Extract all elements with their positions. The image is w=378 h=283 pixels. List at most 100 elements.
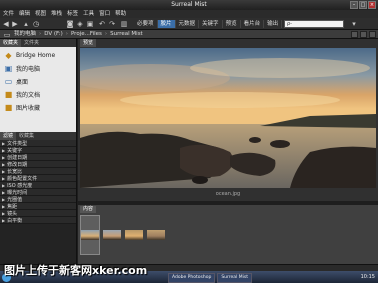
- close-button[interactable]: ×: [368, 1, 376, 9]
- favorite-pictures[interactable]: ■ 图片收藏: [0, 101, 76, 114]
- tab-preview[interactable]: 预览: [80, 39, 97, 47]
- computer-icon: ▭: [3, 31, 11, 39]
- folder-icon: ■: [4, 90, 13, 99]
- window-controls: – □ ×: [350, 1, 376, 9]
- back-icon[interactable]: ◀: [2, 20, 10, 28]
- pictures-icon: ■: [4, 103, 13, 112]
- clock: 10:15: [360, 274, 375, 280]
- menu-bar: 文件 编辑 视图 堆栈 标签 工具 窗口 帮助: [0, 10, 378, 18]
- favorite-desktop[interactable]: ▭ 桌面: [0, 75, 76, 88]
- expand-icon: ▶: [2, 140, 6, 146]
- dropdown-icon[interactable]: ▾: [350, 20, 358, 28]
- title-bar: Surreal Mist – □ ×: [0, 0, 378, 10]
- expand-icon: ▶: [2, 210, 6, 216]
- thumbnail-item[interactable]: [80, 215, 100, 255]
- expand-icon: ▶: [2, 175, 6, 181]
- thumbnail-image: [103, 230, 121, 240]
- camera-icon[interactable]: ◙: [66, 20, 74, 28]
- filter-list: ▶ 文件类型 ▶ 关键字 ▶ 创建日期 ▶ 修改日期 ▶ 长宽比 ▶ 颜色配置文件 ▶ ISO…: [0, 140, 76, 224]
- thumbnail-item[interactable]: [124, 215, 144, 255]
- breadcrumb-computer[interactable]: 我的电脑: [14, 30, 36, 39]
- menu-edit[interactable]: 编辑: [19, 10, 30, 18]
- thumbnail-item[interactable]: [146, 215, 166, 255]
- workspace-switcher: 必要项 胶片 元数据 关键字 预览 看片台 输出: [134, 20, 283, 28]
- search-input[interactable]: ρ-: [284, 20, 344, 28]
- seascape-image: [80, 48, 376, 188]
- open-icon[interactable]: ▣: [86, 20, 94, 28]
- taskbar-tasks: Adobe Photoshop Surreal Mist: [168, 273, 252, 283]
- watermark: 图片上传于新客网xker.com: [4, 264, 148, 277]
- toolbar: ◀ ▶ ▴ ◷ ◙ ◈ ▣ ↶ ↷ ▥ 必要项 胶片 元数据 关键字 预览 看片…: [0, 18, 378, 30]
- breadcrumb-project-files[interactable]: Proje...Files: [71, 30, 102, 39]
- list-view-icon[interactable]: [369, 31, 376, 38]
- path-bar: ▭ 我的电脑 › DV (F:) › Proje...Files › Surre…: [0, 30, 378, 39]
- menu-label[interactable]: 标签: [67, 10, 78, 18]
- menu-help[interactable]: 帮助: [115, 10, 126, 18]
- menu-file[interactable]: 文件: [3, 10, 14, 18]
- thumbnail-item[interactable]: [102, 215, 122, 255]
- favorite-my-documents[interactable]: ■ 我的文档: [0, 88, 76, 101]
- task-surreal-mist[interactable]: Surreal Mist: [217, 273, 252, 283]
- sort-icon[interactable]: [351, 31, 358, 38]
- expand-icon: ▶: [2, 189, 6, 195]
- breadcrumb-current-folder[interactable]: Surreal Mist: [110, 30, 143, 39]
- favorites-list: ◆ Bridge Home ▣ 我的电脑 ▭ 桌面 ■ 我的文档 ■ 图片收藏: [0, 47, 76, 132]
- refine-icon[interactable]: ◈: [76, 20, 84, 28]
- expand-icon: ▶: [2, 217, 6, 223]
- expand-icon: ▶: [2, 161, 6, 167]
- filter-white-balance[interactable]: ▶ 白平衡: [0, 217, 76, 224]
- expand-icon: ▶: [2, 147, 6, 153]
- expand-icon: ▶: [2, 203, 6, 209]
- tab-folders[interactable]: 文件夹: [21, 39, 42, 47]
- minimize-button[interactable]: –: [350, 1, 358, 9]
- thumbnail-image: [125, 230, 143, 240]
- desktop-icon: ▭: [4, 77, 13, 86]
- computer-icon: ▣: [4, 64, 13, 73]
- folder-up-icon[interactable]: ▴: [22, 20, 30, 28]
- workspace-keywords[interactable]: 关键字: [199, 20, 223, 28]
- thumbnail-strip: [80, 215, 166, 255]
- view-buttons: [351, 31, 376, 38]
- expand-icon: ▶: [2, 168, 6, 174]
- workspace-preview[interactable]: 预览: [223, 20, 241, 28]
- menu-tools[interactable]: 工具: [83, 10, 94, 18]
- workspace-output[interactable]: 输出: [264, 20, 283, 28]
- favorite-my-computer[interactable]: ▣ 我的电脑: [0, 62, 76, 75]
- forward-icon[interactable]: ▶: [11, 20, 19, 28]
- breadcrumb-separator-icon: ›: [104, 31, 108, 37]
- preview-panel: 预览 ocean.jpg: [78, 39, 378, 201]
- breadcrumb-separator-icon: ›: [39, 31, 42, 37]
- breadcrumb-separator-icon: ›: [65, 31, 68, 37]
- expand-icon: ▶: [2, 182, 6, 188]
- thumbnail-image: [147, 230, 165, 240]
- left-panel: 收藏夹 文件夹 ◆ Bridge Home ▣ 我的电脑 ▭ 桌面 ■ 我的文档…: [0, 39, 77, 264]
- breadcrumb-drive[interactable]: DV (F:): [44, 30, 63, 39]
- menu-stack[interactable]: 堆栈: [51, 10, 62, 18]
- expand-icon: ▶: [2, 154, 6, 160]
- expand-icon: ▶: [2, 196, 6, 202]
- task-photoshop[interactable]: Adobe Photoshop: [168, 273, 216, 283]
- menu-view[interactable]: 视图: [35, 10, 46, 18]
- workspace-filmstrip[interactable]: 胶片: [157, 20, 176, 28]
- thumbnail-image: [81, 230, 99, 240]
- workspace-light-table[interactable]: 看片台: [241, 20, 265, 28]
- preview-filename: ocean.jpg: [215, 191, 241, 197]
- content-panel: 内容: [78, 205, 378, 264]
- thumbnail-view-icon[interactable]: [360, 31, 367, 38]
- maximize-button[interactable]: □: [359, 1, 367, 9]
- favorite-bridge-home[interactable]: ◆ Bridge Home: [0, 49, 76, 62]
- workspace-metadata[interactable]: 元数据: [176, 20, 200, 28]
- breadcrumb: 我的电脑 › DV (F:) › Proje...Files › Surreal…: [14, 30, 143, 39]
- recent-icon[interactable]: ◷: [32, 20, 40, 28]
- panel-tabs: 收藏夹 文件夹: [0, 39, 76, 47]
- rotate-left-icon[interactable]: ↶: [98, 20, 106, 28]
- preview-image[interactable]: [80, 48, 376, 188]
- window-title: Surreal Mist: [171, 1, 207, 8]
- menu-window[interactable]: 窗口: [99, 10, 110, 18]
- workspace-essentials[interactable]: 必要项: [134, 20, 158, 28]
- tab-content[interactable]: 内容: [80, 206, 97, 213]
- bridge-icon: ◆: [5, 51, 12, 60]
- tab-favorites[interactable]: 收藏夹: [0, 39, 22, 47]
- delete-icon[interactable]: ▥: [120, 20, 128, 28]
- rotate-right-icon[interactable]: ↷: [108, 20, 116, 28]
